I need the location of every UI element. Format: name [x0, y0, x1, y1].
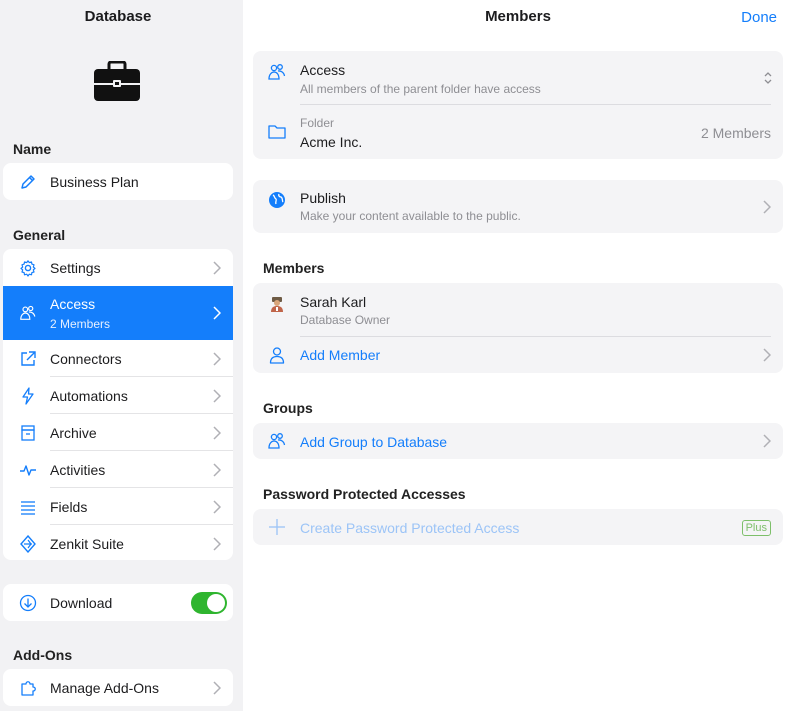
chevron-right-icon — [763, 348, 771, 362]
download-row: Download — [3, 584, 233, 621]
sidebar-item-connectors[interactable]: Connectors — [3, 340, 233, 377]
access-title: Access — [300, 62, 346, 78]
name-field[interactable]: Business Plan — [3, 163, 233, 200]
sidebar-item-automations[interactable]: Automations — [3, 377, 233, 414]
chevron-right-icon — [213, 680, 221, 695]
chevron-right-icon — [213, 536, 221, 551]
people-icon — [267, 62, 287, 82]
plus-icon — [267, 517, 287, 537]
general-card: Settings Access 2 Members Connectors Aut… — [3, 249, 233, 560]
addons-card: Manage Add-Ons — [3, 669, 233, 706]
chevron-right-icon — [213, 388, 221, 403]
ppa-panel: Create Password Protected Access Plus — [253, 509, 783, 545]
create-ppa-button[interactable]: Create Password Protected Access Plus — [253, 509, 783, 545]
access-subtitle: All members of the parent folder have ac… — [300, 82, 541, 96]
members-panel: Sarah Karl Database Owner Add Member — [253, 283, 783, 373]
sidebar-item-label: Manage Add-Ons — [50, 679, 159, 696]
sidebar-item-activities[interactable]: Activities — [3, 451, 233, 488]
zenkit-icon — [19, 534, 37, 553]
sidebar-item-settings[interactable]: Settings — [3, 249, 233, 286]
sidebar-item-sublabel: 2 Members — [50, 317, 111, 331]
sidebar-item-fields[interactable]: Fields — [3, 488, 233, 525]
chevron-right-icon — [213, 425, 221, 440]
briefcase-icon — [93, 60, 141, 108]
done-button[interactable]: Done — [741, 9, 777, 26]
chevron-right-icon — [213, 499, 221, 514]
sidebar-item-label: Fields — [50, 498, 88, 515]
main-panel: Members Done Access All members of the p… — [243, 0, 790, 711]
publish-row[interactable]: Publish Make your content available to t… — [253, 180, 783, 233]
name-value: Business Plan — [50, 173, 139, 190]
member-name: Sarah Karl — [300, 294, 367, 310]
general-section-header: General — [13, 227, 66, 243]
people-icon — [19, 304, 37, 322]
add-group-label: Add Group to Database — [300, 434, 448, 450]
globe-icon — [267, 190, 287, 210]
sidebar-item-label: Archive — [50, 424, 97, 441]
plus-badge: Plus — [741, 520, 771, 536]
people-icon — [267, 431, 287, 451]
page-title: Members — [485, 8, 551, 25]
sidebar-title: Database — [84, 8, 152, 25]
person-icon — [267, 345, 287, 365]
publish-panel: Publish Make your content available to t… — [253, 180, 783, 233]
list-icon — [19, 498, 37, 516]
download-label: Download — [50, 594, 113, 611]
groups-section-header: Groups — [263, 400, 313, 416]
chevron-right-icon — [213, 462, 221, 477]
folder-row: Folder Acme Inc. 2 Members — [253, 105, 783, 159]
create-ppa-label: Create Password Protected Access — [300, 520, 520, 536]
sidebar: Database Name Business Plan General Sett… — [0, 0, 243, 711]
sidebar-item-label: Settings — [50, 259, 101, 276]
chevron-right-icon — [213, 260, 221, 275]
chevron-right-icon — [213, 306, 221, 320]
chevron-right-icon — [213, 351, 221, 366]
chevron-right-icon — [763, 200, 771, 214]
sidebar-item-label: Automations — [50, 387, 128, 404]
sidebar-item-label: Activities — [50, 461, 106, 478]
add-group-button[interactable]: Add Group to Database — [253, 423, 783, 459]
avatar — [267, 294, 287, 314]
lightning-icon — [19, 386, 37, 405]
toggle-knob — [207, 593, 225, 612]
access-selector[interactable]: Access All members of the parent folder … — [253, 51, 783, 105]
folder-icon — [267, 122, 287, 142]
external-link-icon — [19, 350, 37, 368]
pencil-icon — [19, 173, 37, 191]
name-card[interactable]: Business Plan — [3, 163, 233, 200]
name-section-header: Name — [13, 141, 52, 157]
puzzle-icon — [19, 679, 37, 697]
addons-section-header: Add-Ons — [13, 647, 73, 663]
archive-box-icon — [19, 424, 37, 442]
download-circle-icon — [19, 594, 37, 612]
sidebar-item-label: Access — [50, 296, 96, 312]
sidebar-item-access[interactable]: Access 2 Members — [3, 286, 233, 340]
access-panel: Access All members of the parent folder … — [253, 51, 783, 159]
publish-subtitle: Make your content available to the publi… — [300, 209, 521, 223]
folder-label: Folder — [300, 116, 335, 130]
folder-member-count: 2 Members — [700, 125, 771, 141]
folder-name: Acme Inc. — [300, 134, 363, 150]
sidebar-item-archive[interactable]: Archive — [3, 414, 233, 451]
add-member-label: Add Member — [300, 347, 381, 363]
members-section-header: Members — [263, 260, 325, 276]
member-role: Database Owner — [300, 313, 391, 327]
sidebar-item-label: Connectors — [50, 350, 122, 367]
sidebar-item-zenkit-suite[interactable]: Zenkit Suite — [3, 525, 233, 560]
gear-icon — [19, 259, 37, 277]
add-member-button[interactable]: Add Member — [253, 337, 783, 373]
sidebar-item-manage-addons[interactable]: Manage Add-Ons — [3, 669, 233, 706]
up-down-chevron-icon — [764, 72, 772, 84]
download-card: Download — [3, 584, 233, 621]
pulse-icon — [19, 461, 37, 479]
ppa-section-header: Password Protected Accesses — [263, 486, 466, 502]
sidebar-item-label: Zenkit Suite — [50, 535, 124, 552]
groups-panel: Add Group to Database — [253, 423, 783, 459]
download-toggle[interactable] — [191, 591, 227, 614]
chevron-right-icon — [763, 434, 771, 448]
publish-title: Publish — [300, 190, 346, 206]
member-row[interactable]: Sarah Karl Database Owner — [253, 283, 783, 337]
